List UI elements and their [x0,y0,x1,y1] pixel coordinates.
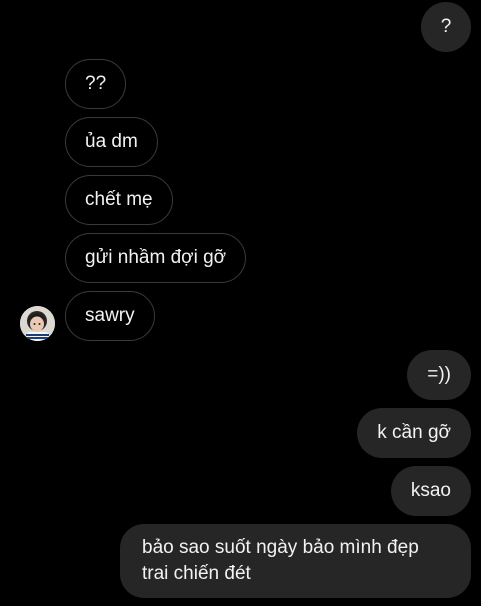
message-text: gửi nhầm đợi gỡ [85,247,227,268]
message-text: =)) [427,364,451,385]
message-text: sawry [85,305,135,326]
message-incoming[interactable]: gửi nhầm đợi gỡ [65,233,247,283]
message-text: ? [440,16,452,37]
message-incoming[interactable]: ?? [65,59,127,109]
message-incoming[interactable]: sawry [65,291,155,341]
message-outgoing[interactable]: k cần gỡ [357,408,471,458]
message-outgoing[interactable]: ksao [390,466,471,516]
message-text: ksao [410,480,451,501]
message-incoming[interactable]: ủa dm [65,117,158,167]
message-text: k cần gỡ [377,422,451,443]
message-outgoing[interactable]: bảo sao suốt ngày bảo mình đẹp trai chiế… [120,524,471,598]
message-outgoing[interactable]: ? [421,2,471,52]
message-text: ?? [85,73,107,94]
message-outgoing[interactable]: =)) [407,350,471,400]
message-text: chết mẹ [85,189,153,210]
contact-avatar[interactable] [20,306,55,341]
message-text: ủa dm [85,131,138,152]
message-text: bảo sao suốt ngày bảo mình đẹp trai chiế… [142,537,419,584]
message-incoming[interactable]: chết mẹ [65,175,173,225]
avatar-photo-icon [20,306,55,341]
